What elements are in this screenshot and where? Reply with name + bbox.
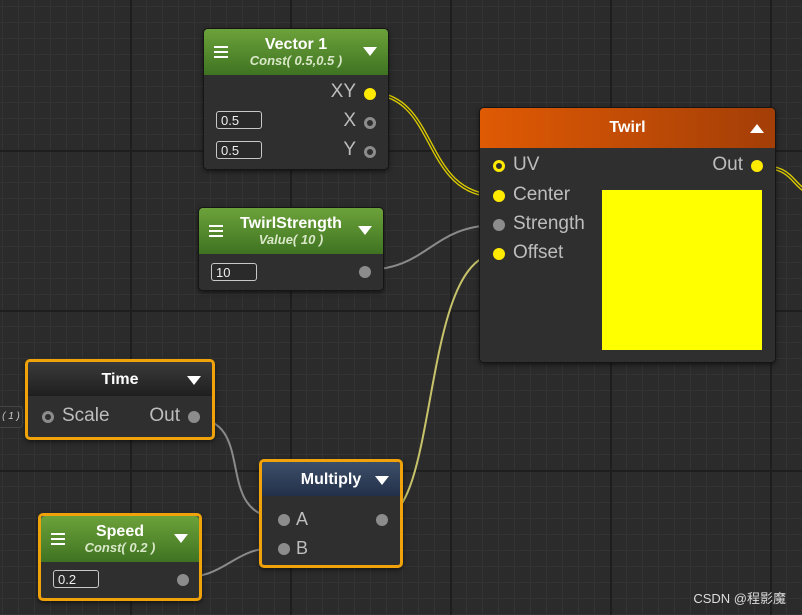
node-speed[interactable]: Speed Const( 0.2 ) 0.2 xyxy=(38,513,202,601)
port-multiply-output[interactable] xyxy=(376,514,388,526)
collapse-arrow-icon[interactable] xyxy=(174,534,188,543)
speed-value-field[interactable]: 0.2 xyxy=(53,570,99,588)
node-time[interactable]: Time Scale Out xyxy=(25,359,215,440)
node-vector1[interactable]: Vector 1 Const( 0.5,0.5 ) XY 0.5 X 0.5 Y xyxy=(203,28,389,170)
port-label-x: X xyxy=(343,110,356,131)
port-label-center: Center xyxy=(513,184,571,205)
port-b-input[interactable] xyxy=(278,543,290,555)
port-label-y: Y xyxy=(343,139,356,160)
port-label-a: A xyxy=(296,509,309,529)
port-value-output[interactable] xyxy=(359,266,371,278)
node-twirl-strength[interactable]: TwirlStrength Value( 10 ) 10 xyxy=(198,207,384,291)
port-uv-input[interactable] xyxy=(493,160,505,172)
strength-value-field[interactable]: 10 xyxy=(211,263,257,281)
watermark-text: CSDN @程影魔 xyxy=(693,591,786,606)
x-value-field[interactable]: 0.5 xyxy=(216,111,262,129)
port-scale-input[interactable] xyxy=(42,411,54,423)
port-speed-output[interactable] xyxy=(177,574,189,586)
node-subtitle: Value( 10 ) xyxy=(258,232,324,247)
preview-swatch xyxy=(602,190,762,350)
port-label-scale: Scale xyxy=(62,405,110,426)
collapse-arrow-icon[interactable] xyxy=(363,47,377,56)
port-label-out: Out xyxy=(712,154,743,175)
y-value-field[interactable]: 0.5 xyxy=(216,141,262,159)
node-header[interactable]: Vector 1 Const( 0.5,0.5 ) xyxy=(204,29,388,75)
node-header[interactable]: Speed Const( 0.2 ) xyxy=(41,516,199,562)
port-offset-input[interactable] xyxy=(493,248,505,260)
port-center-input[interactable] xyxy=(493,190,505,202)
node-multiply[interactable]: Multiply A B xyxy=(259,459,403,568)
node-title: Time xyxy=(101,371,139,388)
port-label-b: B xyxy=(296,538,309,558)
port-label-strength: Strength xyxy=(513,213,585,234)
port-label-uv: UV xyxy=(513,154,540,175)
port-label-xy: XY xyxy=(330,81,356,102)
node-header[interactable]: TwirlStrength Value( 10 ) xyxy=(199,208,383,254)
collapse-arrow-icon[interactable] xyxy=(358,226,372,235)
port-label-out: Out xyxy=(149,405,180,426)
port-xy-output[interactable] xyxy=(364,88,376,100)
node-header[interactable]: Multiply xyxy=(262,462,400,496)
node-subtitle: Const( 0.5,0.5 ) xyxy=(249,53,343,68)
port-time-output[interactable] xyxy=(188,411,200,423)
port-label-offset: Offset xyxy=(513,242,564,263)
collapse-arrow-icon[interactable] xyxy=(750,124,764,133)
node-title: Vector 1 xyxy=(264,36,328,53)
time-scale-edge-value[interactable]: ( 1 ) xyxy=(0,406,23,428)
node-header[interactable]: Time xyxy=(28,362,212,396)
port-y-input[interactable] xyxy=(364,146,376,158)
port-x-input[interactable] xyxy=(364,117,376,129)
node-title: Twirl xyxy=(609,119,646,136)
port-a-input[interactable] xyxy=(278,514,290,526)
node-title: TwirlStrength xyxy=(240,215,342,232)
collapse-arrow-icon[interactable] xyxy=(375,476,389,485)
port-twirl-output[interactable] xyxy=(751,160,763,172)
collapse-arrow-icon[interactable] xyxy=(187,376,201,385)
node-twirl[interactable]: Twirl UV Out Center Strength Offset xyxy=(479,107,776,363)
node-header[interactable]: Twirl xyxy=(480,108,775,148)
port-strength-input[interactable] xyxy=(493,219,505,231)
